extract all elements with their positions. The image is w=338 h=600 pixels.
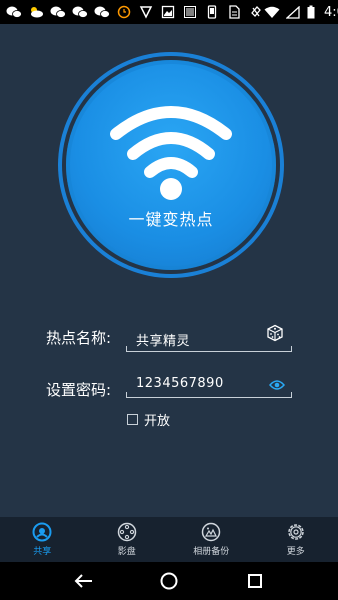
mute-icon bbox=[248, 5, 264, 19]
wifi-large-icon bbox=[110, 106, 232, 200]
tab-share[interactable]: 共享 bbox=[0, 517, 85, 562]
photo-album-icon bbox=[202, 522, 221, 542]
vpn-icon bbox=[138, 5, 154, 19]
system-icons: 4:04 bbox=[264, 5, 338, 20]
password-value: 1234567890 bbox=[136, 376, 224, 391]
open-option[interactable]: 开放 bbox=[127, 410, 170, 429]
home-button[interactable] bbox=[157, 569, 181, 593]
home-circle-icon bbox=[160, 572, 178, 590]
tab-photo-backup-label: 相册备份 bbox=[193, 547, 230, 557]
back-button[interactable] bbox=[71, 569, 95, 593]
status-bar: 4:04 bbox=[0, 0, 338, 24]
tab-more-label: 更多 bbox=[286, 547, 305, 557]
gear-icon bbox=[288, 524, 304, 540]
tab-more[interactable]: 更多 bbox=[254, 517, 338, 562]
tab-film[interactable]: 影盘 bbox=[85, 517, 170, 562]
bottom-tab-bar: 共享 影盘 相册备份 更多 bbox=[0, 517, 338, 562]
share-icon bbox=[32, 522, 52, 542]
recents-square-icon bbox=[248, 574, 262, 588]
password-row: 设置密码: bbox=[46, 374, 120, 404]
main-content: 一键变热点 热点名称: 共享精灵 设置密码: 1234567890 开放 bbox=[0, 24, 338, 517]
back-arrow-icon bbox=[74, 574, 92, 588]
eye-icon[interactable] bbox=[269, 379, 285, 391]
open-checkbox[interactable] bbox=[127, 414, 138, 425]
wifi-icon bbox=[264, 5, 280, 19]
image-icon bbox=[160, 5, 176, 19]
signal-icon bbox=[285, 5, 301, 19]
sim-icon bbox=[226, 5, 242, 19]
hotspot-name-row: 热点名称: bbox=[46, 322, 120, 352]
password-label: 设置密码: bbox=[46, 381, 112, 399]
wechat-icon bbox=[94, 5, 110, 19]
clock-icon bbox=[116, 5, 132, 19]
wechat-icon bbox=[72, 5, 88, 19]
tab-film-label: 影盘 bbox=[117, 547, 136, 557]
hotspot-label: 一键变热点 bbox=[128, 210, 214, 229]
wechat-icon bbox=[50, 5, 66, 19]
password-input[interactable]: 1234567890 bbox=[126, 376, 292, 398]
battery-icon bbox=[306, 5, 315, 19]
film-reel-icon bbox=[117, 522, 136, 542]
tab-photo-backup[interactable]: 相册备份 bbox=[169, 517, 254, 562]
open-label: 开放 bbox=[144, 414, 171, 429]
hotspot-button-face[interactable]: 一键变热点 bbox=[70, 64, 272, 266]
tab-share-label: 共享 bbox=[33, 547, 52, 557]
status-time: 4:04 bbox=[324, 4, 338, 20]
dice-icon[interactable] bbox=[266, 324, 284, 342]
recents-button[interactable] bbox=[243, 569, 267, 593]
notification-icons bbox=[6, 5, 264, 19]
hotspot-name-label: 热点名称: bbox=[46, 329, 112, 347]
hotspot-button[interactable]: 一键变热点 bbox=[66, 60, 276, 270]
phone-icon bbox=[204, 5, 220, 19]
weather-icon bbox=[28, 5, 44, 19]
system-nav-bar bbox=[0, 562, 338, 600]
barcode-icon bbox=[182, 5, 198, 19]
wechat-icon bbox=[6, 5, 22, 19]
hotspot-name-value: 共享精灵 bbox=[136, 334, 191, 349]
